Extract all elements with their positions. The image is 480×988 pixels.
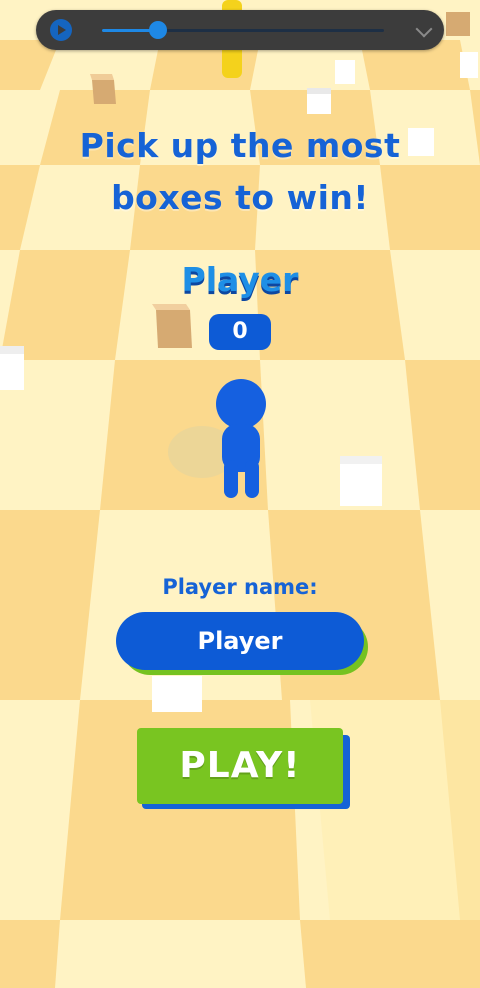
box-white [340,456,382,506]
media-controls [36,10,444,50]
box-white [152,676,202,712]
box-crate [90,74,116,104]
player-name-tag: Player [181,260,299,299]
headline-line-1: Pick up the most [79,126,401,165]
player-name-label: Player name: [162,575,318,599]
seek-thumb[interactable] [149,21,168,39]
play-circle-icon[interactable] [50,19,72,41]
headline: Pick up the most boxes to win! [40,120,440,224]
chevron-down-icon[interactable] [415,20,433,38]
box-crate [446,12,470,36]
player-name-input[interactable]: Player [116,612,364,670]
score-badge: 0 [209,314,271,350]
seek-bar[interactable] [102,21,384,39]
play-button[interactable]: PLAY! [137,728,343,804]
headline-line-2: boxes to win! [111,178,369,217]
box-white [307,88,331,114]
box-white [460,52,478,78]
box-crate [152,304,192,348]
box-white [0,346,24,390]
box-white [335,60,355,84]
